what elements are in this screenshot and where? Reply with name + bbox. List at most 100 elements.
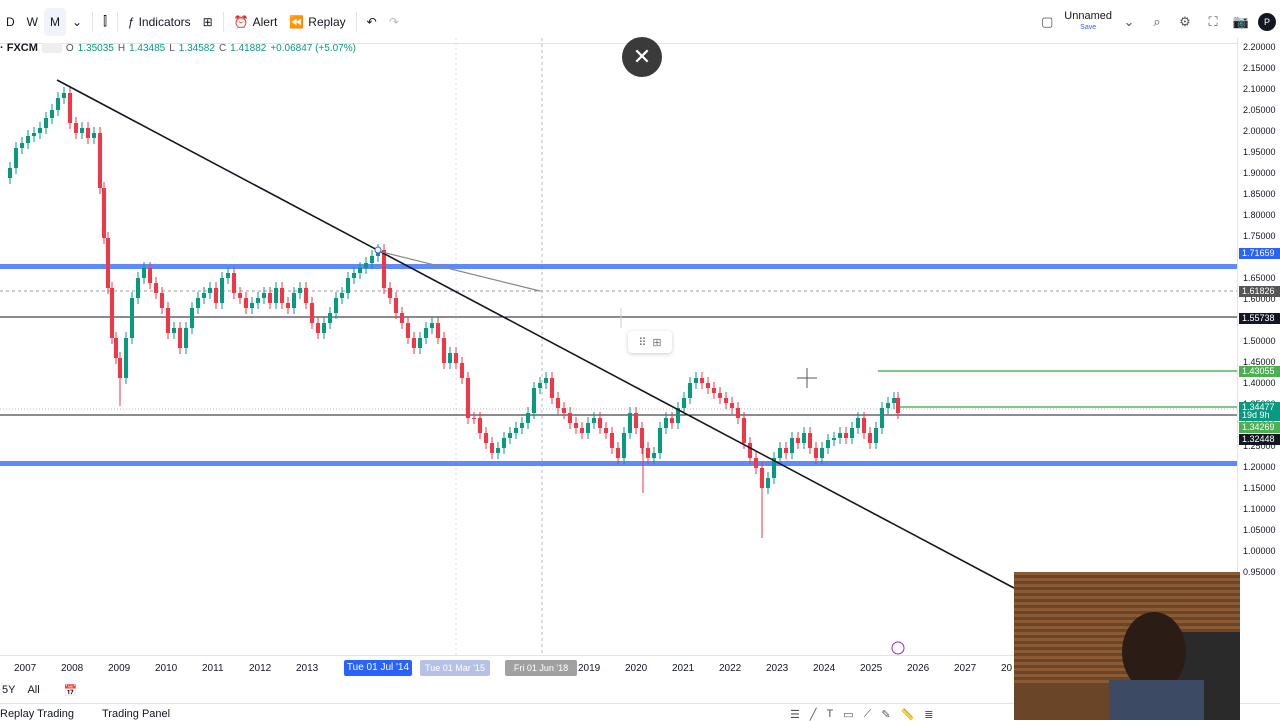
alert-button[interactable]: ⏰ Alert <box>228 8 284 36</box>
redo-button[interactable]: ↷ <box>383 8 405 36</box>
window-blind-slat <box>1014 584 1240 587</box>
candle-body <box>526 413 530 423</box>
rect-icon[interactable]: ▭ <box>843 708 853 721</box>
tab-replay-trading[interactable]: Replay Trading <box>0 708 74 720</box>
candle-body <box>754 458 758 468</box>
price-badge: 1.43055 <box>1239 366 1280 377</box>
candle-body <box>292 293 296 308</box>
candle-body <box>310 303 314 323</box>
range-5y-button[interactable]: 5Y <box>2 684 15 696</box>
year-tick: 2025 <box>860 663 883 674</box>
alert-label: Alert <box>252 14 278 29</box>
price-chart[interactable] <box>0 38 1237 655</box>
price-badge: 1.32448 <box>1239 434 1280 445</box>
ruler-icon[interactable]: 📏 <box>901 708 915 721</box>
candle-body <box>340 293 344 298</box>
interval-w[interactable]: W <box>21 8 44 36</box>
calendar-icon[interactable]: 📅 <box>64 684 78 697</box>
window-blind-slat <box>1014 596 1240 599</box>
price-tick: 1.85000 <box>1243 189 1276 199</box>
list-icon[interactable]: ≣ <box>924 708 933 721</box>
candle-body <box>478 418 482 433</box>
candle-body <box>736 408 740 418</box>
window-blind-slat <box>1014 578 1240 581</box>
candle-body <box>38 128 42 133</box>
price-tick: 1.00000 <box>1243 546 1276 556</box>
candle-body <box>502 438 506 448</box>
drawing-tools: ☰ ╱ T ▭ ⟋ ✎ 📏 ≣ <box>790 708 933 721</box>
symbol-name[interactable]: · FXCM <box>0 42 38 54</box>
candle-body <box>538 383 542 388</box>
close-icon: ✕ <box>632 44 652 69</box>
snapshot-button[interactable]: 📷 <box>1230 11 1252 33</box>
price-badge: 1.55738 <box>1239 313 1280 324</box>
pencil-icon[interactable]: ╱ <box>810 708 817 721</box>
candle-body <box>154 283 158 293</box>
path-icon[interactable]: ⟋ <box>864 708 872 721</box>
undo-icon: ↶ <box>366 14 377 29</box>
settings-button[interactable]: ⚙ <box>1174 11 1196 33</box>
templates-button[interactable]: ⊞ <box>197 8 219 36</box>
candle-body <box>406 323 410 338</box>
candle-body <box>114 338 118 358</box>
price-tick: 1.65000 <box>1243 273 1276 283</box>
candle-body <box>616 448 620 458</box>
year-tick: 2026 <box>907 663 930 674</box>
interval-m[interactable]: M <box>44 7 66 36</box>
fullscreen-button[interactable]: ⛶ <box>1202 11 1224 33</box>
candle-body <box>106 238 110 288</box>
quick-search-button[interactable]: ⌕ <box>1146 11 1168 33</box>
layout-dropdown[interactable]: ⌄ <box>1118 11 1140 33</box>
object-tree-icon[interactable]: ⊞ <box>652 336 661 349</box>
replay-label: Replay <box>308 14 346 29</box>
interval-dropdown[interactable]: ⌄ <box>66 8 88 36</box>
layout-toggle[interactable]: ▢ <box>1036 11 1058 33</box>
price-tick: 1.15000 <box>1243 483 1276 493</box>
indicators-button[interactable]: ƒ Indicators <box>122 8 197 36</box>
tab-trading-panel[interactable]: Trading Panel <box>102 708 170 720</box>
close-button[interactable]: ✕ <box>622 37 662 77</box>
trendline-anchor <box>374 246 382 254</box>
chart-type-button[interactable]: ⫿ <box>97 8 113 36</box>
interval-m-label: M <box>50 14 60 29</box>
candle-body <box>322 323 326 333</box>
candle-body <box>838 433 842 438</box>
price-badge: 1.61826 <box>1239 286 1280 297</box>
candle-body <box>460 363 464 378</box>
undo-button[interactable]: ↶ <box>361 8 383 36</box>
candle-body <box>748 443 752 458</box>
replay-button[interactable]: ⏪ Replay <box>283 8 351 36</box>
candle-body <box>544 378 548 383</box>
candle-body <box>820 448 824 458</box>
candle-body <box>826 440 830 448</box>
menu-icon[interactable]: ☰ <box>790 708 800 721</box>
fullscreen-icon: ⛶ <box>1208 14 1218 29</box>
open-label: O <box>65 42 74 54</box>
candle-body <box>622 433 626 458</box>
candle-body <box>166 308 170 333</box>
candle-body <box>412 338 416 348</box>
candle-body <box>652 453 656 458</box>
ghost-date-label: Fri 01 Jun '18 <box>505 660 577 676</box>
drag-handle-icon[interactable]: ⠿ <box>638 336 646 349</box>
avatar[interactable]: P <box>1258 13 1276 31</box>
ghost-date-label: Tue 01 Mar '15 <box>420 660 490 676</box>
year-tick: 2011 <box>202 663 224 674</box>
interval-d[interactable]: D <box>0 8 21 36</box>
floating-drawing-toolbar[interactable]: ⠿ ⊞ <box>628 331 672 353</box>
brush-icon[interactable]: ✎ <box>881 708 890 721</box>
candle-body <box>80 128 84 133</box>
layout-name[interactable]: Unnamed Save <box>1064 10 1112 34</box>
price-tick: 2.05000 <box>1243 105 1276 115</box>
search-icon: ⌕ <box>1153 14 1161 29</box>
candle-body <box>92 133 96 138</box>
text-icon[interactable]: T <box>827 708 834 721</box>
chart-pane[interactable] <box>0 38 1237 655</box>
price-tick: 1.80000 <box>1243 210 1276 220</box>
legend-dots[interactable] <box>41 43 62 53</box>
candle-body <box>244 298 248 308</box>
price-scale[interactable]: 2.20000 2.15000 2.10000 2.05000 2.00000 1.950… <box>1237 38 1280 655</box>
range-all-button[interactable]: All <box>27 684 39 696</box>
candle-body <box>256 298 260 303</box>
candle-body <box>562 408 566 413</box>
